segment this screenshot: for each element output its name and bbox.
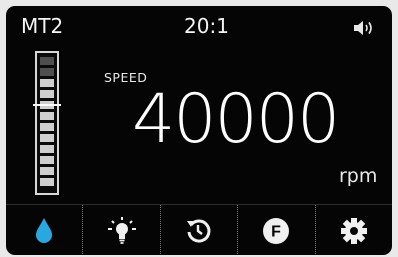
gauge-level-marker: [33, 103, 61, 106]
gauge-segment: [40, 156, 54, 164]
gear-ratio-label: 20:1: [184, 14, 229, 38]
favorite-button[interactable]: F: [237, 205, 314, 255]
speed-level-gauge: [33, 51, 61, 195]
gauge-segment: [40, 167, 54, 175]
f-letter: F: [272, 223, 282, 240]
reverse-button[interactable]: [159, 205, 237, 255]
f-circle-icon: F: [262, 217, 290, 245]
gauge-segment: [40, 123, 54, 131]
gauge-segment: [40, 79, 54, 87]
gauge-segment: [40, 134, 54, 142]
model-label: MT2: [21, 14, 64, 38]
gauge-segment: [40, 145, 54, 153]
gauge-segment: [40, 112, 54, 120]
water-button[interactable]: [6, 205, 82, 255]
gauge-segment: [40, 68, 54, 76]
rotation-icon: [185, 217, 213, 245]
handpiece-display: MT2 20:1 SPEED 40000 rpm F: [6, 6, 392, 255]
speed-unit: rpm: [339, 165, 378, 187]
settings-button[interactable]: [314, 205, 392, 255]
speaker-volume-icon[interactable]: [352, 18, 378, 38]
light-button[interactable]: [82, 205, 159, 255]
light-bulb-icon: [105, 216, 139, 246]
speed-value: 40000: [132, 80, 340, 159]
control-bar: F: [6, 204, 392, 255]
water-drop-icon: [34, 217, 54, 245]
gear-icon: [340, 217, 368, 245]
status-bar: MT2 20:1: [6, 6, 392, 50]
gauge-segment: [40, 90, 54, 98]
gauge-segment: [40, 178, 54, 186]
gauge-segment: [40, 57, 54, 65]
